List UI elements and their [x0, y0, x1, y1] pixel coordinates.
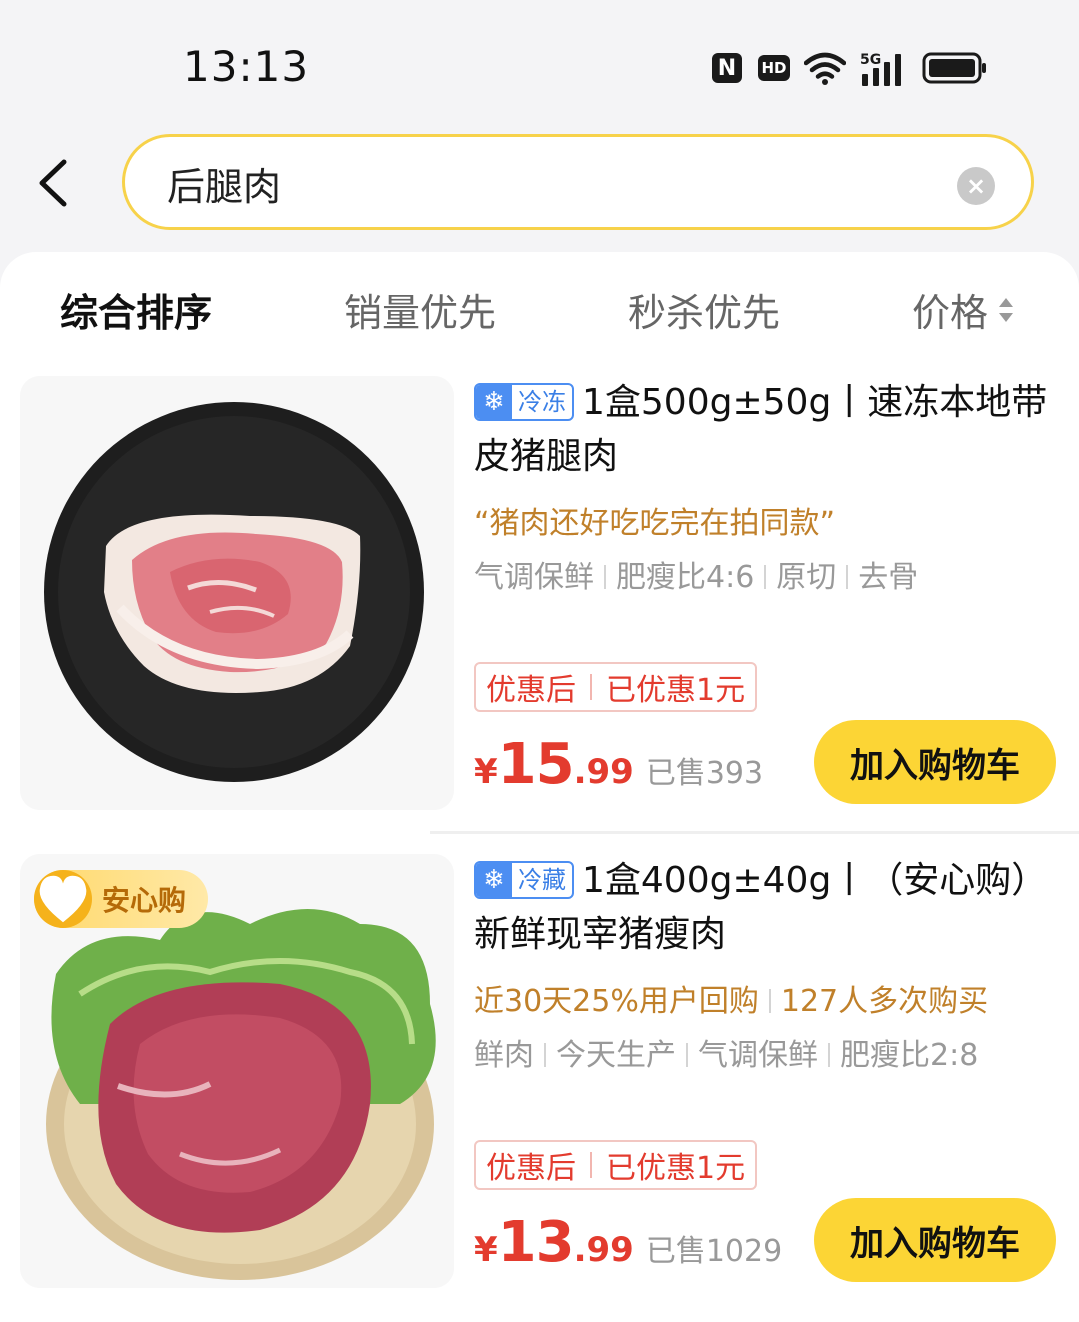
nfc-icon: N [712, 53, 742, 83]
signal-icon: 5G [860, 52, 901, 86]
divider [590, 674, 592, 700]
battery-icon [922, 52, 986, 84]
sold-count: 已售1029 [645, 1234, 783, 1269]
price-integer: 13 [497, 1210, 575, 1275]
divider [828, 1043, 830, 1067]
tab-price-label: 价格 [912, 291, 989, 335]
product-card[interactable]: 安心购 ❄ 冷藏 1盒400g±40g丨（安心购） 新鲜现宰猪瘦肉 近30天25… [0, 854, 1079, 1294]
price-row: ¥ 13 .99 已售1029 [474, 1210, 782, 1280]
price-decimal: .99 [573, 752, 634, 792]
divider [846, 565, 849, 589]
discount-tag: 优惠后 已优惠1元 [474, 662, 758, 712]
tab-flash-sale-first[interactable]: 秒杀优先 [628, 282, 780, 337]
divider [430, 831, 1079, 834]
status-time: 13:13 [183, 42, 310, 91]
attribute: 今天生产 [556, 1038, 676, 1073]
currency-symbol: ¥ [474, 1230, 498, 1270]
peace-of-mind-badge: 安心购 [34, 870, 209, 928]
divider [544, 1043, 546, 1067]
results-panel: 综合排序 销量优先 秒杀优先 价格 ❄ 冷冻 1盒500g±50g丨速冻本地带 … [0, 252, 1079, 1322]
wifi-icon [804, 52, 846, 85]
attribute: 肥瘦比2:8 [840, 1038, 979, 1073]
product-attributes: 鲜肉 今天生产 气调保鲜 肥瘦比2:8 [474, 1030, 978, 1074]
badge-label: 安心购 [102, 884, 187, 917]
divider [604, 565, 606, 589]
chilled-tag: ❄ 冷藏 [474, 861, 574, 899]
search-input[interactable] [167, 159, 927, 207]
product-image[interactable] [20, 376, 454, 810]
clear-search-icon[interactable]: × [957, 167, 995, 205]
divider [768, 989, 771, 1013]
product-card[interactable]: ❄ 冷冻 1盒500g±50g丨速冻本地带 皮猪腿肉 “猪肉还好吃吃完在拍同款”… [0, 376, 1079, 816]
product-info: ❄ 冷冻 1盒500g±50g丨速冻本地带 皮猪腿肉 “猪肉还好吃吃完在拍同款”… [474, 376, 1064, 816]
discount-label: 优惠后 [486, 1151, 576, 1186]
sold-count: 已售393 [645, 756, 764, 791]
product-image[interactable]: 安心购 [20, 854, 454, 1288]
currency-symbol: ¥ [474, 752, 498, 792]
add-to-cart-button[interactable]: 加入购物车 [814, 720, 1056, 804]
product-title-line1: 1盒500g±50g丨速冻本地带 [582, 382, 1048, 423]
product-highlight: “猪肉还好吃吃完在拍同款” [474, 506, 836, 541]
back-arrow-icon[interactable] [30, 158, 74, 208]
tab-sales-first[interactable]: 销量优先 [344, 282, 496, 337]
storage-label: 冷藏 [518, 866, 566, 894]
status-bar: 13:13 N HD 5G [0, 0, 1079, 120]
divider [686, 1043, 688, 1067]
attribute: 肥瘦比4:6 [616, 560, 755, 595]
search-box[interactable]: × [122, 134, 1034, 230]
attribute: 原切 [776, 560, 837, 595]
sort-arrows-icon [999, 297, 1014, 322]
price-row: ¥ 15 .99 已售393 [474, 732, 763, 802]
network-type-label: 5G [860, 52, 881, 68]
attribute: 气调保鲜 [698, 1038, 818, 1073]
attribute: 鲜肉 [474, 1038, 534, 1073]
divider [764, 565, 767, 589]
product-title[interactable]: ❄ 冷冻 1盒500g±50g丨速冻本地带 [474, 376, 1064, 430]
discount-tag: 优惠后 已优惠1元 [474, 1140, 758, 1190]
product-title[interactable]: ❄ 冷藏 1盒400g±40g丨（安心购） [474, 854, 1064, 908]
product-info: ❄ 冷藏 1盒400g±40g丨（安心购） 新鲜现宰猪瘦肉 近30天25%用户回… [474, 854, 1064, 1294]
product-title-line2[interactable]: 皮猪腿肉 [474, 430, 1064, 484]
hd-icon: HD [758, 55, 790, 81]
discount-amount: 已优惠1元 [606, 673, 746, 708]
frozen-tag: ❄ 冷冻 [474, 383, 574, 421]
price-integer: 15 [497, 732, 575, 797]
price-decimal: .99 [573, 1230, 634, 1270]
storage-label: 冷冻 [518, 388, 566, 416]
repeat-buyers: 127人多次购买 [780, 984, 989, 1019]
snowflake-icon: ❄ [476, 385, 512, 419]
heart-icon [34, 870, 92, 928]
product-title-line2[interactable]: 新鲜现宰猪瘦肉 [474, 908, 1064, 962]
attribute: 去骨 [858, 560, 919, 595]
discount-amount: 已优惠1元 [606, 1151, 746, 1186]
product-attributes: 气调保鲜 肥瘦比4:6 原切 去骨 [474, 552, 918, 596]
add-to-cart-button[interactable]: 加入购物车 [814, 1198, 1056, 1282]
tab-comprehensive-sort[interactable]: 综合排序 [60, 282, 212, 337]
pork-leg-on-black-plate-image [20, 376, 454, 810]
attribute: 气调保鲜 [474, 560, 594, 595]
status-icons: N HD 5G [712, 50, 988, 86]
discount-label: 优惠后 [486, 673, 576, 708]
divider [590, 1152, 592, 1178]
product-highlight: 近30天25%用户回购 127人多次购买 [474, 976, 988, 1020]
snowflake-icon: ❄ [476, 863, 512, 897]
product-title-line1: 1盒400g±40g丨（安心购） [582, 860, 1048, 901]
repurchase-rate: 近30天25%用户回购 [474, 984, 759, 1019]
tab-price[interactable]: 价格 [912, 282, 1016, 337]
